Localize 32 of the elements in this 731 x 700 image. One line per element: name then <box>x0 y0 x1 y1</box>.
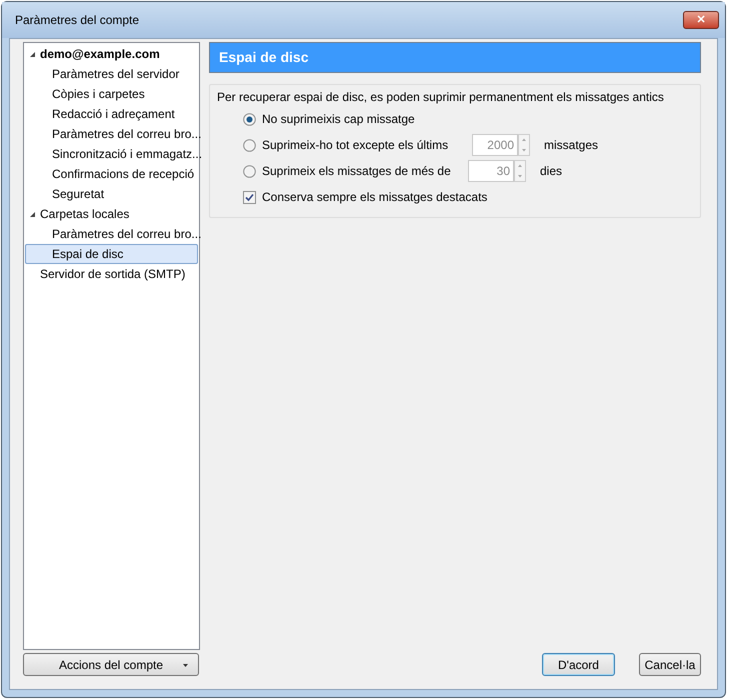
tree-item[interactable]: Paràmetres del servidor <box>25 64 198 84</box>
dialog-button[interactable]: D'acord <box>542 653 615 676</box>
option-label: Conserva sempre els missatges destacats <box>262 189 488 206</box>
panel-title: Espai de disc <box>219 48 308 67</box>
radio-button[interactable] <box>243 112 256 126</box>
number-field[interactable]: 30 <box>468 160 514 182</box>
tree-item[interactable]: Carpetas locales <box>25 204 198 224</box>
unit-label: missatges <box>544 137 598 154</box>
account-actions-button[interactable]: Accions del compte <box>23 653 199 676</box>
radio-button[interactable] <box>243 164 256 178</box>
description-text: Per recuperar espai de disc, es poden suprimir permanentment els missatges antics <box>217 89 665 106</box>
tree-item[interactable]: Paràmetres del correu bro... <box>25 124 198 144</box>
checkbox[interactable] <box>243 190 256 204</box>
caret-icon <box>183 664 188 667</box>
option-label: Suprimeix els missatges de més de <box>262 163 452 180</box>
expander-icon[interactable] <box>29 210 36 218</box>
option-label: No suprimeixis cap missatge <box>262 111 415 128</box>
tree-item[interactable]: demo@example.com <box>25 44 198 64</box>
number-field[interactable]: 2000 <box>472 134 518 156</box>
tree-item[interactable]: Seguretat <box>25 184 198 204</box>
window-title: Paràmetres del compte <box>15 12 140 29</box>
tree-item[interactable]: Redacció i adreçament <box>25 104 198 124</box>
option-label: Suprimeix-ho tot excepte els últims <box>262 137 450 154</box>
tree-item[interactable]: Espai de disc <box>25 244 198 264</box>
radio-button[interactable] <box>243 138 256 152</box>
tree-item[interactable]: Confirmacions de recepció <box>25 164 198 184</box>
tree-item[interactable]: Còpies i carpetes <box>25 84 198 104</box>
tree-item[interactable]: Servidor de sortida (SMTP) <box>25 264 198 284</box>
unit-label: dies <box>540 163 562 180</box>
dialog-button[interactable]: Cancel·la <box>639 653 701 676</box>
tree-item[interactable]: Paràmetres del correu bro... <box>25 224 198 244</box>
expander-icon[interactable] <box>29 50 36 58</box>
